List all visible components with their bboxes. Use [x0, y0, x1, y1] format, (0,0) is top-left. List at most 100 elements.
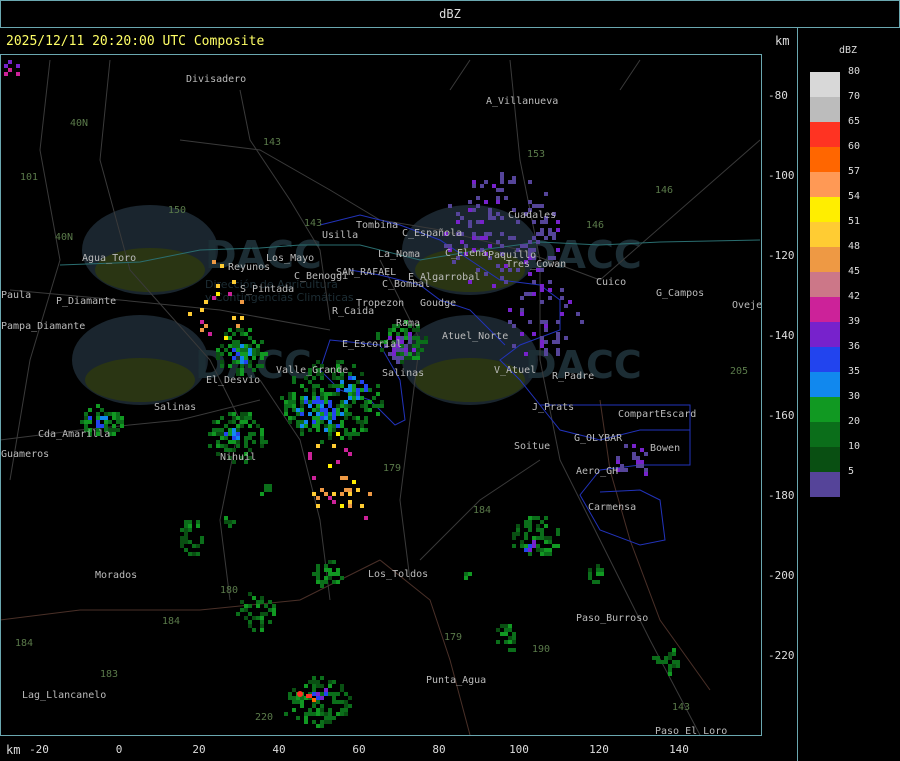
- echo-cell: [248, 348, 252, 352]
- echo-cell: [456, 220, 460, 224]
- echo-cell: [500, 244, 504, 248]
- echo-cell: [260, 356, 264, 360]
- echo-cell: [412, 348, 416, 352]
- echo-cell: [312, 400, 316, 404]
- x-tick: 20: [192, 743, 206, 756]
- echo-cell: [360, 424, 364, 428]
- echo-cell: [232, 420, 236, 424]
- echo-cell: [536, 516, 540, 520]
- echo-cell: [216, 292, 220, 296]
- echo-cell: [96, 412, 100, 416]
- echo-cell: [232, 412, 236, 416]
- echo-cell: [540, 204, 544, 208]
- echo-cell: [316, 700, 320, 704]
- echo-cell: [340, 492, 344, 496]
- echo-cell: [520, 332, 524, 336]
- legend-label: 80: [848, 66, 861, 77]
- echo-cell: [340, 400, 344, 404]
- echo-cell: [556, 336, 560, 340]
- echo-cell: [292, 392, 296, 396]
- echo-cell: [472, 236, 476, 240]
- echo-cell: [328, 684, 332, 688]
- echo-cell: [336, 460, 340, 464]
- legend-label: 57: [848, 166, 861, 177]
- echo-cell: [96, 404, 100, 408]
- echo-cell: [256, 344, 260, 348]
- echo-cell: [500, 172, 504, 176]
- echo-cell: [264, 440, 268, 444]
- echo-cell: [236, 428, 240, 432]
- echo-cell: [560, 312, 564, 316]
- echo-cell: [300, 384, 304, 388]
- echo-cell: [228, 336, 232, 340]
- echo-cell: [248, 620, 252, 624]
- x-tick: 40: [272, 743, 286, 756]
- legend-label: 45: [848, 266, 861, 277]
- echo-cell: [308, 680, 312, 684]
- echo-cell: [484, 236, 488, 240]
- echo-cell: [312, 424, 316, 428]
- echo-cell: [80, 420, 84, 424]
- echo-cell: [528, 516, 532, 520]
- echo-cell: [356, 488, 360, 492]
- echo-cell: [368, 492, 372, 496]
- echo-cell: [668, 672, 672, 676]
- echo-cell: [316, 384, 320, 388]
- echo-cell: [332, 444, 336, 448]
- echo-cell: [236, 344, 240, 348]
- echo-cell: [336, 384, 340, 388]
- echo-cell: [496, 240, 500, 244]
- town-label: Cuico: [596, 277, 626, 288]
- echo-cell: [376, 384, 380, 388]
- echo-cell: [456, 212, 460, 216]
- echo-cell: [408, 356, 412, 360]
- echo-cell: [512, 180, 516, 184]
- route-label: 143: [263, 137, 281, 148]
- echo-cell: [348, 404, 352, 408]
- echo-cell: [340, 424, 344, 428]
- echo-cell: [204, 324, 208, 328]
- echo-cell: [328, 712, 332, 716]
- town-label: Punta_Agua: [426, 675, 486, 686]
- echo-cell: [496, 640, 500, 644]
- echo-cell: [588, 572, 592, 576]
- echo-cell: [236, 416, 240, 420]
- echo-cell: [192, 552, 196, 556]
- echo-cell: [304, 396, 308, 400]
- echo-cell: [188, 312, 192, 316]
- echo-cell: [256, 424, 260, 428]
- echo-cell: [288, 396, 292, 400]
- town-label: C_Elena: [445, 248, 487, 259]
- echo-cell: [356, 392, 360, 396]
- echo-cell: [364, 388, 368, 392]
- echo-cell: [504, 632, 508, 636]
- echo-cell: [8, 60, 12, 64]
- echo-cell: [248, 612, 252, 616]
- echo-cell: [352, 480, 356, 484]
- echo-cell: [316, 564, 320, 568]
- echo-cell: [528, 524, 532, 528]
- echo-cell: [220, 432, 224, 436]
- legend-label: 35: [848, 366, 861, 377]
- echo-cell: [320, 720, 324, 724]
- echo-cell: [180, 544, 184, 548]
- echo-cell: [508, 624, 512, 628]
- echo-cell: [212, 420, 216, 424]
- echo-cell: [236, 424, 240, 428]
- echo-cell: [320, 696, 324, 700]
- echo-cell: [300, 412, 304, 416]
- echo-cell: [664, 660, 668, 664]
- echo-cell: [540, 520, 544, 524]
- echo-cell: [216, 356, 220, 360]
- town-label: Bowen: [650, 443, 680, 454]
- echo-cell: [320, 692, 324, 696]
- echo-cell: [240, 352, 244, 356]
- echo-cell: [332, 572, 336, 576]
- route-label: 146: [586, 220, 604, 231]
- echo-cell: [320, 416, 324, 420]
- echo-cell: [328, 464, 332, 468]
- echo-cell: [320, 580, 324, 584]
- echo-cell: [316, 572, 320, 576]
- echo-cell: [556, 352, 560, 356]
- echo-cell: [312, 704, 316, 708]
